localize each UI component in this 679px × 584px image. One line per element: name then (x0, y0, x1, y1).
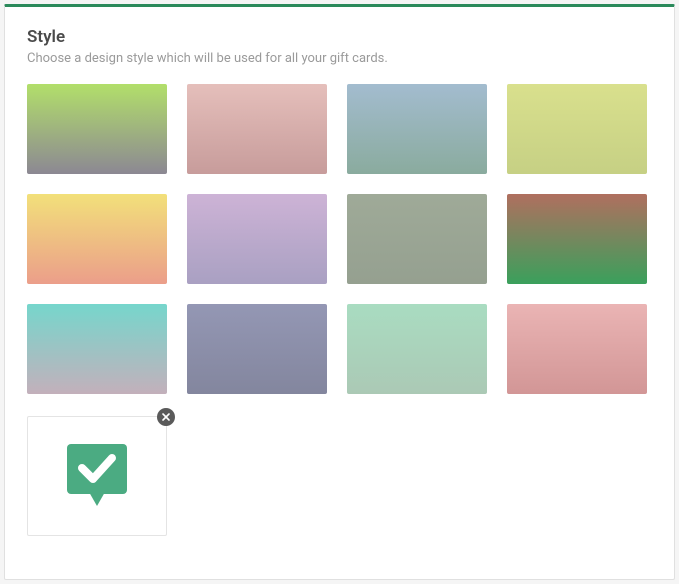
style-swatch[interactable] (507, 194, 647, 284)
panel-subtitle: Choose a design style which will be used… (27, 51, 652, 66)
style-swatch[interactable] (347, 84, 487, 174)
style-swatch[interactable] (27, 304, 167, 394)
style-swatch[interactable] (27, 84, 167, 174)
check-badge-icon (61, 438, 133, 514)
style-swatch[interactable] (27, 194, 167, 284)
close-icon[interactable] (157, 408, 175, 426)
style-panel: Style Choose a design style which will b… (4, 4, 675, 580)
style-swatch[interactable] (347, 304, 487, 394)
style-swatch[interactable] (187, 194, 327, 284)
panel-title: Style (27, 27, 652, 47)
style-swatch[interactable] (507, 84, 647, 174)
style-swatch[interactable] (187, 84, 327, 174)
style-grid (27, 84, 652, 536)
custom-design-tile[interactable] (27, 416, 167, 536)
style-swatch[interactable] (187, 304, 327, 394)
style-swatch[interactable] (507, 304, 647, 394)
style-swatch[interactable] (347, 194, 487, 284)
